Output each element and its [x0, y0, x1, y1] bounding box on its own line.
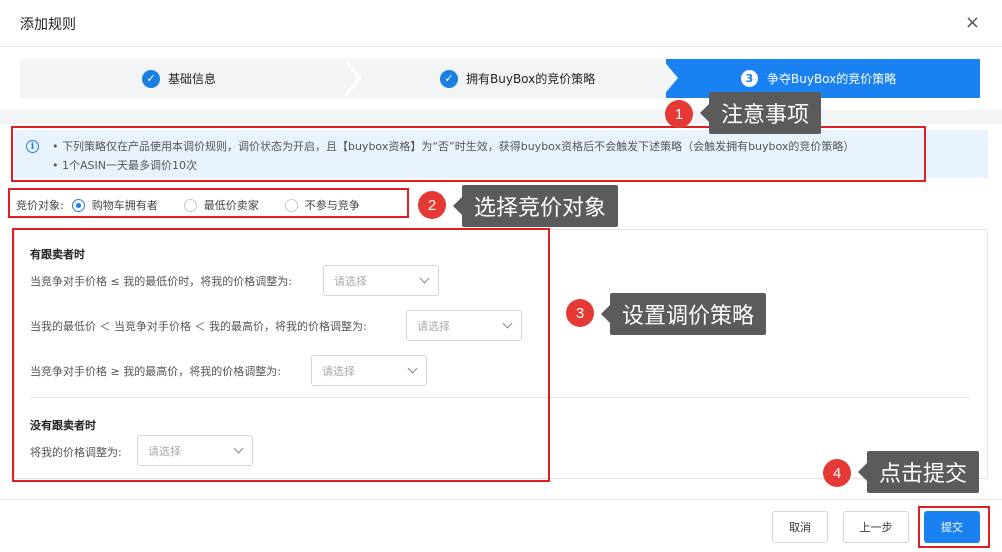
close-icon[interactable]: ×	[965, 14, 980, 32]
annotation-tooltip-2: 选择竞价对象	[452, 185, 619, 227]
annotation-tooltip-4: 点击提交	[857, 451, 980, 493]
step-arrow	[342, 59, 358, 97]
annotation-tooltip-3: 设置调价策略	[600, 293, 767, 335]
step-basic-info: ✓ 基础信息	[20, 59, 350, 98]
step-label: 拥有BuyBox的竞价策略	[466, 72, 596, 86]
annotation-frame-strategy	[12, 228, 550, 482]
prev-step-button[interactable]: 上一步	[843, 511, 909, 543]
add-rule-dialog: 添加规则 × ✓ 基础信息 ✓ 拥有BuyBox的竞价策略 3 争夺BuyBox…	[0, 0, 1002, 552]
annotation-tooltip-1: 注意事项	[699, 92, 822, 134]
dialog-title: 添加规则	[20, 17, 76, 33]
step-own-buybox-strategy: ✓ 拥有BuyBox的竞价策略	[350, 59, 666, 98]
annotation-badge-1: 1	[665, 100, 693, 128]
footer-divider	[0, 499, 1002, 500]
annotation-badge-2: 2	[418, 191, 446, 219]
stepper: ✓ 基础信息 ✓ 拥有BuyBox的竞价策略 3 争夺BuyBox的竞价策略	[20, 59, 980, 98]
cancel-button[interactable]: 取消	[772, 511, 828, 543]
check-icon: ✓	[142, 69, 160, 88]
annotation-frame-notice	[11, 126, 926, 182]
annotation-frame-submit	[918, 506, 990, 548]
step-number: 3	[741, 70, 758, 87]
step-arrow	[662, 59, 678, 97]
header-divider	[0, 46, 1002, 47]
step-label: 基础信息	[168, 72, 217, 86]
step-label: 争夺BuyBox的竞价策略	[767, 72, 897, 86]
annotation-badge-3: 3	[566, 299, 594, 327]
check-icon: ✓	[440, 69, 458, 88]
annotation-badge-4: 4	[823, 459, 851, 487]
section-band	[0, 110, 1002, 124]
annotation-frame-bid-target	[8, 188, 409, 218]
